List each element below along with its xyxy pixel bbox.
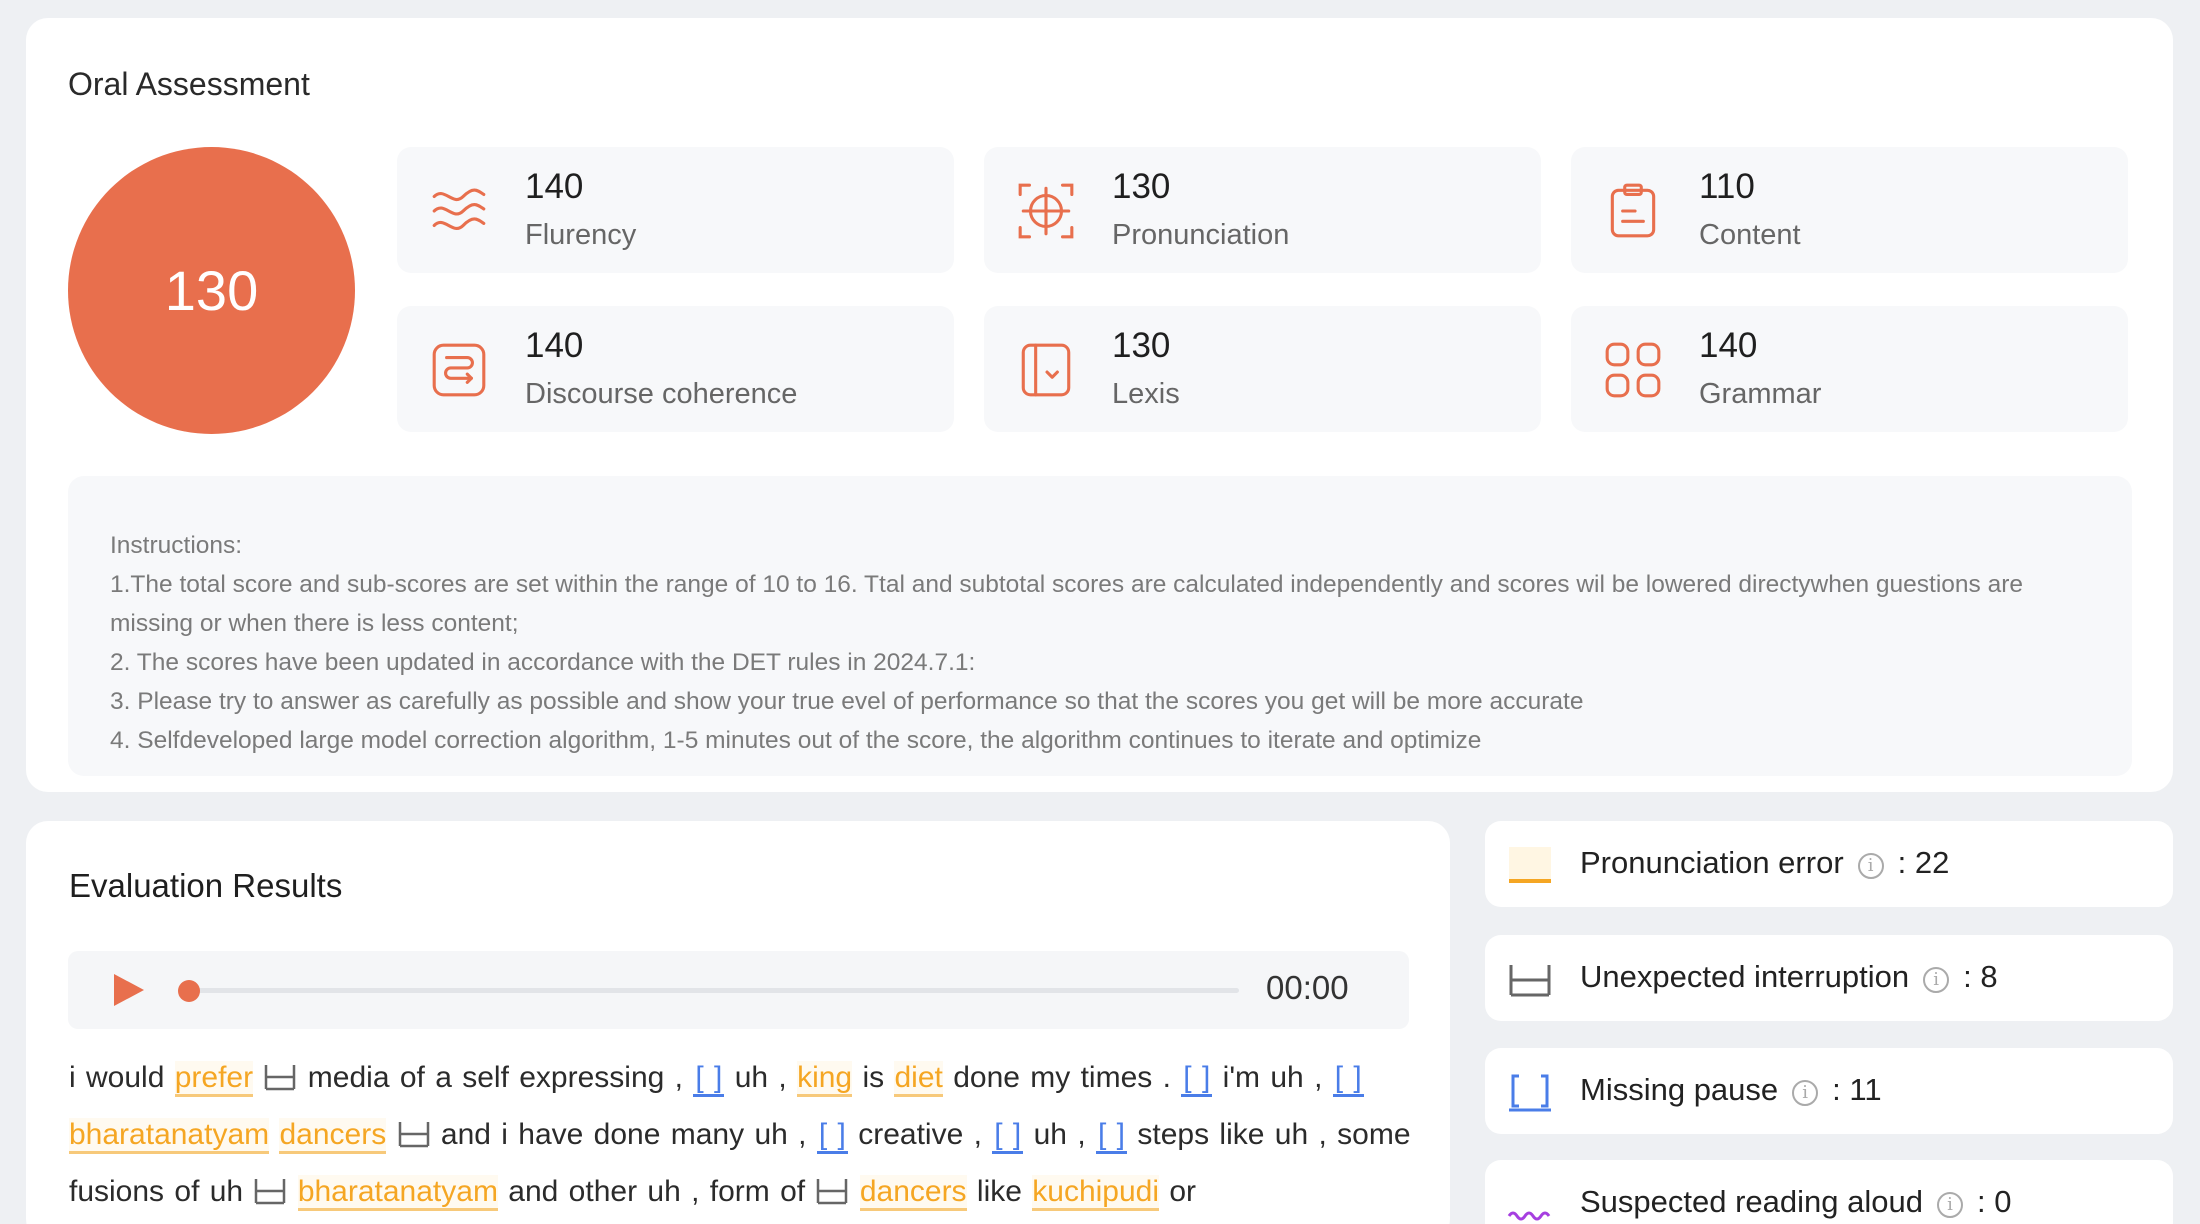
metric-grammar: 140 Grammar	[1571, 306, 2128, 432]
instruction-line: 1.The total score and sub-scores are set…	[110, 571, 2024, 637]
info-icon[interactable]: i	[1792, 1080, 1819, 1106]
transcript-text: uh ,	[1033, 1118, 1086, 1151]
legend-label: Pronunciation error	[1580, 845, 1844, 880]
progress-thumb[interactable]	[178, 980, 200, 1002]
legend-count: : 22	[1897, 845, 1950, 880]
instructions-panel: Instructions: 1.The total score and sub-…	[68, 476, 2132, 776]
metric-value: 140	[1699, 326, 1758, 365]
legend-count: : 8	[1963, 959, 1998, 994]
transcript-text: is	[862, 1061, 885, 1094]
legend-label: Suspected reading aloud	[1580, 1184, 1923, 1219]
total-score-value: 130	[164, 259, 259, 322]
metric-pronunciation: 130 Pronunciation	[984, 147, 1541, 273]
flow-icon	[432, 343, 486, 397]
transcript: i would prefer media of a self expressin…	[69, 1049, 1414, 1220]
transcript-text: or	[1169, 1175, 1197, 1208]
pronunciation-error-swatch-icon	[1509, 847, 1551, 883]
missing-pause-icon	[1509, 1074, 1551, 1112]
metric-label: Discourse coherence	[525, 378, 798, 410]
pronunciation-error-word[interactable]: dancers	[279, 1118, 387, 1154]
transcript-text: i would	[69, 1061, 165, 1094]
instruction-line: 2. The scores have been updated in accor…	[110, 649, 976, 676]
legend-label: Unexpected interruption	[1580, 959, 1910, 994]
legend-count: : 0	[1976, 1184, 2012, 1219]
metric-lexis: 130 Lexis	[984, 306, 1541, 432]
legend-label: Missing pause	[1580, 1072, 1779, 1107]
time-display: 00:00	[1266, 969, 1349, 1006]
pronunciation-error-word[interactable]: dancers	[859, 1175, 967, 1211]
transcript-text: like	[976, 1175, 1022, 1208]
missing-pause-marker[interactable]: [ ]	[816, 1118, 848, 1154]
metric-value: 140	[525, 326, 584, 365]
legend-missing-pause: Missing pause i : 11	[1485, 1048, 2173, 1134]
metric-label: Content	[1699, 219, 1801, 251]
interruption-icon	[815, 1167, 849, 1205]
metric-discourse-coherence: 140 Discourse coherence	[397, 306, 954, 432]
transcript-text: and i have done many uh ,	[440, 1118, 807, 1151]
instruction-line: 3. Please try to answer as carefully as …	[110, 688, 1584, 715]
info-icon[interactable]: i	[1857, 853, 1884, 879]
transcript-text: i'm uh ,	[1222, 1061, 1323, 1094]
missing-pause-marker[interactable]: [ ]	[1096, 1118, 1128, 1154]
pronunciation-error-word[interactable]: king	[797, 1061, 853, 1097]
missing-pause-marker[interactable]: [ ]	[1332, 1061, 1364, 1097]
interruption-icon	[1509, 965, 1551, 997]
interruption-icon	[253, 1167, 287, 1205]
transcript-text: uh ,	[734, 1061, 787, 1094]
grid-icon	[1605, 342, 1661, 398]
pronunciation-error-word[interactable]: kuchipudi	[1032, 1175, 1160, 1211]
progress-track[interactable]	[186, 988, 1239, 993]
missing-pause-marker[interactable]: [ ]	[693, 1061, 725, 1097]
page-title: Oral Assessment	[68, 66, 310, 102]
transcript-text: done my times .	[953, 1061, 1171, 1094]
metric-label: Grammar	[1699, 378, 1822, 410]
evaluation-results-card: Evaluation Results 00:00 i would prefer …	[26, 821, 1450, 1224]
pronunciation-error-word[interactable]: diet	[894, 1061, 943, 1097]
transcript-text: and other uh , form of	[508, 1175, 806, 1208]
metric-label: Lexis	[1112, 378, 1180, 410]
book-icon	[1021, 343, 1071, 397]
legend-unexpected-interruption: Unexpected interruption i : 8	[1485, 935, 2173, 1021]
missing-pause-marker[interactable]: [ ]	[992, 1118, 1024, 1154]
clipboard-icon	[1610, 183, 1656, 238]
metric-content: 110 Content	[1571, 147, 2128, 273]
pronunciation-error-word[interactable]: prefer	[174, 1061, 254, 1097]
info-icon[interactable]: i	[1936, 1192, 1963, 1218]
transcript-text: creative ,	[858, 1118, 982, 1151]
transcript-text: media of a self expressing ,	[307, 1061, 683, 1094]
interruption-icon	[397, 1110, 431, 1148]
metric-label: Pronunciation	[1112, 219, 1290, 251]
instruction-line: 4. Selfdeveloped large model correction …	[110, 727, 1482, 754]
metric-value: 140	[525, 167, 584, 206]
metric-fluency: 140 Flurency	[397, 147, 954, 273]
section-title: Evaluation Results	[69, 867, 343, 904]
metric-value: 130	[1112, 326, 1171, 365]
audio-player: 00:00	[68, 951, 1409, 1029]
crosshair-icon	[1018, 183, 1074, 239]
pronunciation-error-word[interactable]: bharatanatyam	[69, 1118, 270, 1154]
wavy-line-icon	[1507, 1211, 1551, 1221]
metric-value: 110	[1699, 167, 1755, 206]
info-icon[interactable]: i	[1923, 967, 1950, 993]
legend-pronunciation-error: Pronunciation error i : 22	[1485, 821, 2173, 907]
waves-icon	[432, 188, 486, 230]
play-icon[interactable]	[110, 972, 146, 1008]
metric-value: 130	[1112, 167, 1171, 206]
instructions-heading: Instructions:	[110, 532, 243, 559]
legend-suspected-reading-aloud: Suspected reading aloud i : 0	[1485, 1160, 2173, 1224]
total-score-circle: 130	[68, 147, 355, 434]
metric-label: Flurency	[525, 219, 637, 251]
oral-assessment-card: Oral Assessment 130 140 Flurency 130 Pro…	[26, 18, 2173, 792]
legend-count: : 11	[1832, 1072, 1882, 1107]
pronunciation-error-word[interactable]: bharatanatyam	[297, 1175, 498, 1211]
interruption-icon	[263, 1053, 297, 1091]
missing-pause-marker[interactable]: [ ]	[1181, 1061, 1213, 1097]
